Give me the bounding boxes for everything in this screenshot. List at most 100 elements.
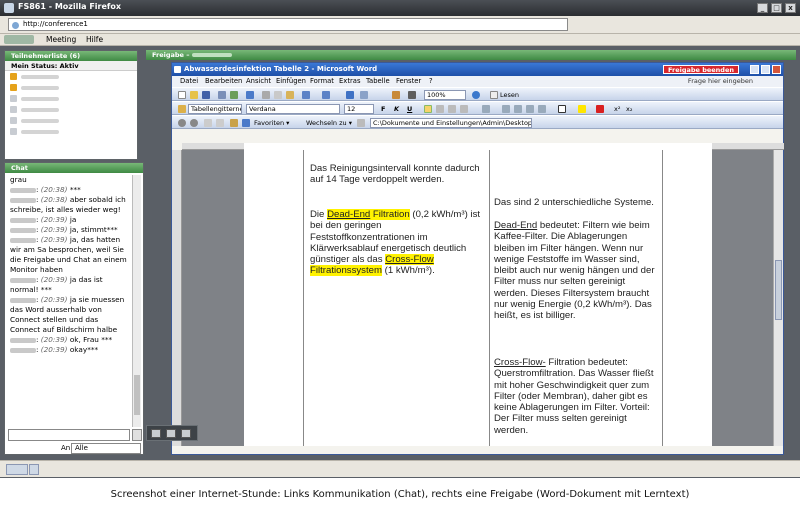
attendee-tools-button[interactable] — [6, 464, 28, 475]
browser-title-bar: FS861 - Mozilla Firefox _ □ x — [0, 0, 800, 16]
favorites-menu[interactable]: Favoriten ▾ — [254, 118, 289, 128]
chat-send-button[interactable] — [132, 429, 142, 441]
back-icon[interactable] — [178, 119, 186, 127]
layout-button-3[interactable] — [181, 429, 191, 438]
maximize-button[interactable]: □ — [771, 3, 782, 13]
justify-icon[interactable] — [460, 105, 468, 113]
horizontal-ruler[interactable] — [182, 143, 784, 150]
word-minimize-button[interactable] — [750, 65, 759, 74]
spelling-icon[interactable] — [246, 91, 254, 99]
url-input[interactable]: http://conference1 — [8, 18, 568, 31]
attendee-tools-dropdown[interactable] — [29, 464, 39, 475]
word-scroll-thumb[interactable] — [775, 260, 782, 320]
superscript-button[interactable]: x² — [614, 104, 620, 114]
goto-menu[interactable]: Wechseln zu ▾ — [306, 118, 352, 128]
stop-sharing-button[interactable]: Freigabe beenden — [662, 65, 739, 74]
word-menu-tools[interactable]: Extras — [339, 77, 360, 85]
blurred-name — [10, 347, 36, 353]
chat-scroll-thumb[interactable] — [134, 375, 140, 415]
word-vertical-scrollbar[interactable] — [773, 150, 783, 446]
align-center-icon[interactable] — [436, 105, 444, 113]
highlight-icon[interactable] — [578, 105, 586, 113]
word-close-button[interactable] — [772, 65, 781, 74]
subscript-button[interactable]: x₂ — [626, 104, 632, 114]
save-icon[interactable] — [202, 91, 210, 99]
drawing-icon[interactable] — [392, 91, 400, 99]
word-menu-edit[interactable]: Bearbeiten — [205, 77, 242, 85]
refresh-icon[interactable] — [216, 119, 224, 127]
my-status[interactable]: Mein Status: Aktiv — [5, 61, 137, 71]
word-menu-format[interactable]: Format — [310, 77, 334, 85]
attendee-row[interactable] — [5, 126, 137, 137]
forward-icon[interactable] — [190, 119, 198, 127]
blurred-name — [21, 85, 59, 90]
preview-icon[interactable] — [230, 91, 238, 99]
attendee-row[interactable] — [5, 115, 137, 126]
word-menu-help[interactable]: ? — [429, 77, 433, 85]
word-menu-view[interactable]: Ansicht — [246, 77, 271, 85]
font-size-select[interactable]: 12 — [344, 104, 374, 114]
search-web-icon[interactable] — [242, 119, 250, 127]
zoom-select[interactable]: 100% — [424, 90, 466, 100]
underline-button[interactable]: U — [407, 104, 412, 114]
attendee-row[interactable] — [5, 82, 137, 93]
bullets-icon[interactable] — [514, 105, 522, 113]
word-menu-window[interactable]: Fenster — [396, 77, 421, 85]
increase-indent-icon[interactable] — [538, 105, 546, 113]
chat-recipient-select[interactable]: Alle — [71, 443, 141, 454]
word-maximize-button[interactable] — [761, 65, 770, 74]
document-page[interactable]: Das Reinigungsintervall konnte dadurch a… — [244, 150, 712, 446]
doc-left-paragraph-1: Das Reinigungsintervall konnte dadurch a… — [310, 163, 480, 186]
blurred-name — [21, 74, 59, 79]
blurred-name — [21, 118, 59, 123]
font-color-icon[interactable] — [596, 105, 604, 113]
hyperlink-icon[interactable] — [346, 91, 354, 99]
menu-meeting[interactable]: Meeting — [46, 35, 76, 44]
menu-help[interactable]: Hilfe — [86, 35, 103, 44]
copy-icon[interactable] — [274, 91, 282, 99]
cut-icon[interactable] — [262, 91, 270, 99]
attendee-row[interactable] — [5, 93, 137, 104]
new-icon[interactable] — [178, 91, 186, 99]
paragraph-marks-icon[interactable] — [408, 91, 416, 99]
chat-message: : (20:39) okay*** — [10, 345, 130, 355]
font-select[interactable]: Verdana — [246, 104, 340, 114]
undo-icon[interactable] — [302, 91, 310, 99]
reading-layout-button[interactable]: Lesen — [500, 90, 519, 100]
table-icon[interactable] — [360, 91, 368, 99]
redo-icon[interactable] — [322, 91, 330, 99]
align-right-icon[interactable] — [448, 105, 456, 113]
minimize-button[interactable]: _ — [757, 3, 768, 13]
close-button[interactable]: x — [785, 3, 796, 13]
blurred-name — [10, 337, 36, 343]
vertical-ruler[interactable] — [172, 150, 182, 446]
layout-button-2[interactable] — [166, 429, 176, 438]
formatting-toolbar: Tabellengitternetz Verdana 12 F K U x² x… — [172, 101, 783, 115]
numbering-icon[interactable] — [502, 105, 510, 113]
attendee-row[interactable] — [5, 71, 137, 82]
stop-icon[interactable] — [204, 119, 212, 127]
address-field[interactable]: C:\Dokumente und Einstellungen\Admin\Des… — [370, 118, 532, 128]
paste-icon[interactable] — [286, 91, 294, 99]
word-menu-table[interactable]: Tabelle — [366, 77, 390, 85]
word-menu-file[interactable]: Datei — [180, 77, 198, 85]
decrease-indent-icon[interactable] — [526, 105, 534, 113]
show-web-toolbar-icon[interactable] — [357, 119, 365, 127]
print-icon[interactable] — [218, 91, 226, 99]
open-icon[interactable] — [190, 91, 198, 99]
home-icon[interactable] — [230, 119, 238, 127]
chat-scrollbar[interactable] — [132, 175, 141, 427]
word-menu-insert[interactable]: Einfügen — [276, 77, 306, 85]
style-select[interactable]: Tabellengitternetz — [188, 104, 242, 114]
chat-input[interactable] — [8, 429, 130, 441]
borders-icon[interactable] — [558, 105, 566, 113]
word-icon — [174, 66, 181, 73]
italic-button[interactable]: K — [394, 104, 399, 114]
layout-button-1[interactable] — [151, 429, 161, 438]
attendee-row[interactable] — [5, 104, 137, 115]
help-icon[interactable] — [472, 91, 480, 99]
word-help-box[interactable]: Frage hier eingeben — [688, 77, 753, 85]
align-left-icon[interactable] — [424, 105, 432, 113]
bold-button[interactable]: F — [381, 104, 385, 114]
line-spacing-icon[interactable] — [482, 105, 490, 113]
